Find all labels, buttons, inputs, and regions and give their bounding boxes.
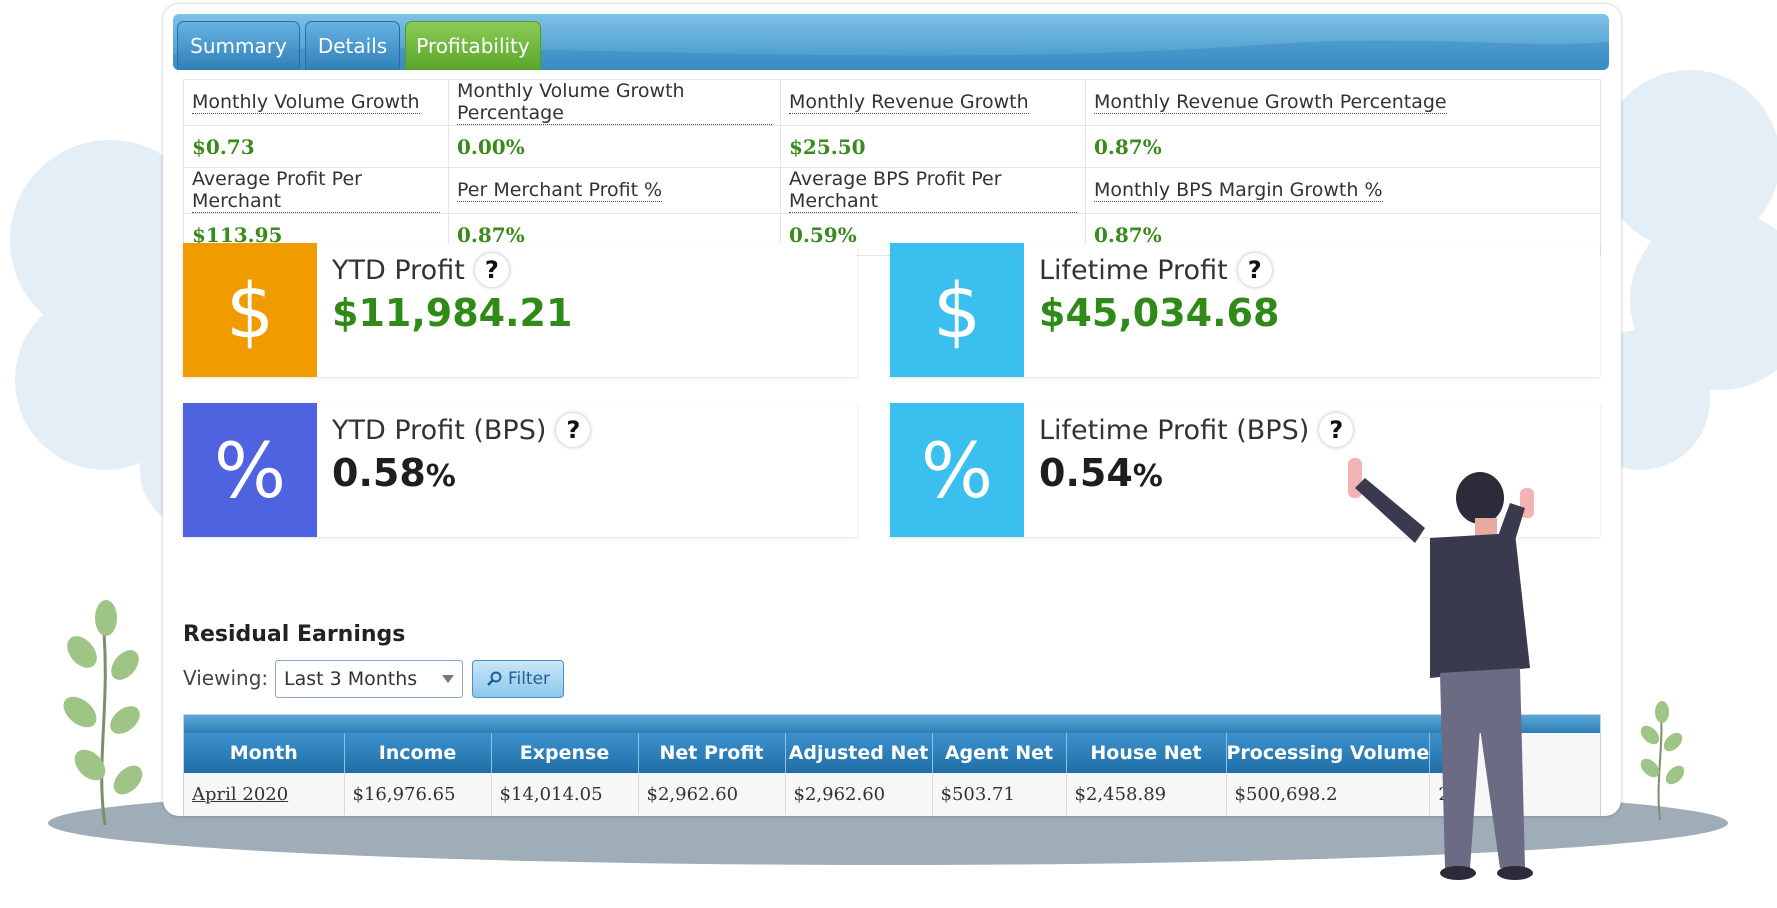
metric-value: $25.50	[789, 134, 866, 159]
search-icon	[487, 671, 502, 686]
metric-cell: Monthly Revenue Growth Percentage	[1085, 79, 1601, 126]
metric-value: $0.73	[192, 134, 255, 159]
tab-profitability[interactable]: Profitability	[405, 21, 541, 70]
residual-earnings-title: Residual Earnings	[183, 622, 406, 647]
lifetime-profit-card: $ Lifetime Profit ? $45,034.68	[890, 243, 1600, 377]
table-row: April 2020 $16,976.65 $14,014.05 $2,962.…	[184, 773, 1471, 815]
metric-value: 0.87%	[1094, 134, 1162, 159]
ytd-bps-unit: %	[425, 459, 456, 494]
ytd-profit-title: YTD Profit	[332, 254, 465, 286]
viewing-label: Viewing:	[183, 666, 269, 690]
metric-label-per-merchant-profit: Per Merchant Profit %	[457, 179, 663, 202]
period-select[interactable]: Last 3 Months	[275, 660, 463, 698]
ytd-bps-title-row: YTD Profit (BPS) ?	[332, 413, 591, 447]
metric-label-monthly-volume-growth: Monthly Volume Growth	[192, 91, 420, 114]
filter-button[interactable]: Filter	[472, 660, 564, 698]
metrics-label-row: Average Profit Per Merchant Per Merchant…	[183, 167, 1601, 214]
lifetime-bps-title: Lifetime Profit (BPS)	[1039, 414, 1310, 446]
help-icon[interactable]: ?	[1237, 253, 1272, 287]
table-header-row: Month Income Expense Net Profit Adjusted…	[184, 733, 1471, 773]
column-header[interactable]: Agent Net	[932, 733, 1067, 773]
help-icon[interactable]: ?	[1319, 413, 1354, 447]
table-cell[interactable]: April 2020	[184, 773, 345, 815]
chevron-down-icon	[442, 675, 454, 683]
metric-cell: 0.87%	[1085, 125, 1601, 168]
percent-icon: %	[183, 403, 317, 537]
tab-bar: Summary Details Profitability	[173, 14, 1609, 70]
lifetime-profit-title-row: Lifetime Profit ?	[1039, 253, 1272, 287]
metrics-value-row: $0.73 0.00% $25.50 0.87%	[183, 125, 1601, 168]
residual-grid: Month Income Expense Net Profit Adjusted…	[184, 733, 1471, 815]
metric-label-monthly-revenue-growth-percentage: Monthly Revenue Growth Percentage	[1094, 91, 1447, 114]
column-header[interactable]: Adjusted Net	[785, 733, 933, 773]
lifetime-bps-value: 0.54	[1039, 451, 1133, 495]
help-icon[interactable]: ?	[474, 253, 509, 287]
metric-cell: $25.50	[780, 125, 1086, 168]
column-header[interactable]: Net Profit	[638, 733, 786, 773]
metric-cell: Average BPS Profit Per Merchant	[780, 167, 1086, 214]
metric-label-average-profit-per-merchant: Average Profit Per Merchant	[192, 168, 440, 213]
metric-label-monthly-volume-growth-percentage: Monthly Volume Growth Percentage	[457, 80, 772, 125]
metric-label-average-bps-profit: Average BPS Profit Per Merchant	[789, 168, 1077, 213]
ytd-profit-title-row: YTD Profit ?	[332, 253, 509, 287]
plant-left	[63, 600, 143, 826]
tab-details[interactable]: Details	[305, 21, 400, 70]
metric-label-bps-margin-growth: Monthly BPS Margin Growth %	[1094, 179, 1383, 202]
filter-button-label: Filter	[507, 669, 551, 689]
ytd-bps-card: % YTD Profit (BPS) ? 0.58%	[183, 403, 857, 537]
lifetime-profit-title: Lifetime Profit	[1039, 254, 1228, 286]
ytd-profit-card: $ YTD Profit ? $11,984.21	[183, 243, 857, 377]
dollar-icon: $	[183, 243, 317, 377]
metric-label-monthly-revenue-growth: Monthly Revenue Growth	[789, 91, 1029, 114]
column-header[interactable]: Income	[344, 733, 492, 773]
table-cell: $2,962.60	[785, 773, 933, 815]
metric-cell: 0.00%	[448, 125, 781, 168]
cheering-person-illustration	[1348, 458, 1534, 880]
metric-cell: $0.73	[183, 125, 449, 168]
help-icon[interactable]: ?	[556, 413, 591, 447]
tab-summary[interactable]: Summary	[177, 21, 300, 70]
ytd-profit-value: $11,984.21	[332, 291, 573, 335]
table-cell: $2,962.60	[638, 773, 786, 815]
ytd-bps-value: 0.58	[332, 451, 426, 495]
metrics-table: Monthly Volume Growth Monthly Volume Gro…	[183, 79, 1601, 256]
plant-right	[1640, 701, 1685, 821]
metrics-label-row: Monthly Volume Growth Monthly Volume Gro…	[183, 79, 1601, 126]
ytd-bps-value-row: 0.58%	[332, 451, 456, 495]
dollar-icon: $	[890, 243, 1024, 377]
lifetime-profit-value: $45,034.68	[1039, 291, 1280, 335]
table-cell: $14,014.05	[491, 773, 639, 815]
metric-cell: Per Merchant Profit %	[448, 167, 781, 214]
metric-cell: Monthly Volume Growth	[183, 79, 449, 126]
lifetime-bps-unit: %	[1132, 459, 1163, 494]
period-select-value: Last 3 Months	[284, 668, 418, 690]
column-header[interactable]: Expense	[491, 733, 639, 773]
lifetime-bps-value-row: 0.54%	[1039, 451, 1163, 495]
person	[1348, 458, 1534, 880]
column-header[interactable]: House Net	[1066, 733, 1227, 773]
metric-cell: Monthly Volume Growth Percentage	[448, 79, 781, 126]
metric-value: 0.00%	[457, 134, 525, 159]
lifetime-bps-title-row: Lifetime Profit (BPS) ?	[1039, 413, 1354, 447]
page: Summary Details Profitability Monthly Vo…	[0, 0, 1777, 908]
table-cell: $2,458.89	[1066, 773, 1227, 815]
metric-cell: Monthly Revenue Growth	[780, 79, 1086, 126]
table-cell: $16,976.65	[344, 773, 492, 815]
metric-cell: Average Profit Per Merchant	[183, 167, 449, 214]
percent-icon: %	[890, 403, 1024, 537]
column-header[interactable]: Month	[184, 733, 345, 773]
metric-cell: Monthly BPS Margin Growth %	[1085, 167, 1601, 214]
table-cell: $503.71	[932, 773, 1067, 815]
ytd-bps-title: YTD Profit (BPS)	[332, 414, 547, 446]
month-link[interactable]: April 2020	[192, 784, 288, 805]
